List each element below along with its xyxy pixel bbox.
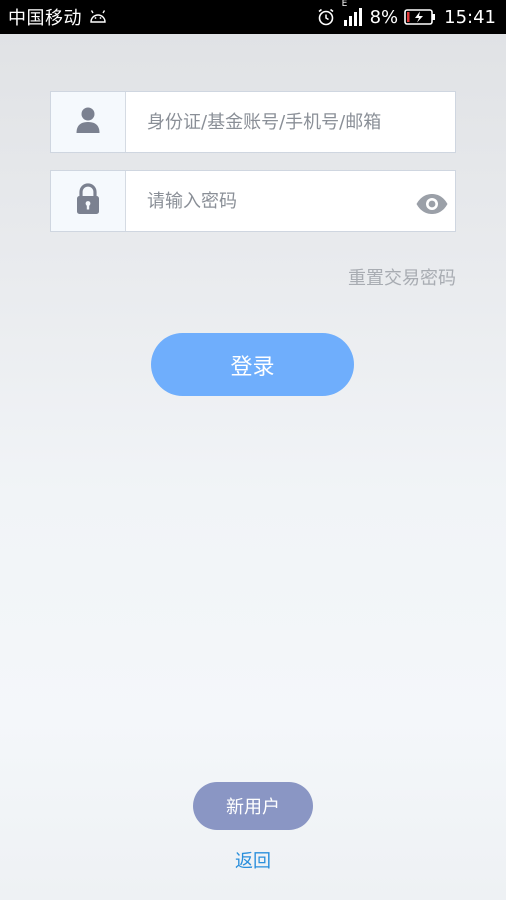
- account-icon-cell: [51, 92, 126, 152]
- alarm-icon: [316, 7, 336, 27]
- new-user-button[interactable]: 新用户: [193, 782, 313, 830]
- user-icon: [75, 106, 101, 138]
- android-icon: [88, 9, 108, 25]
- signal-icon: E: [342, 0, 364, 27]
- account-field[interactable]: [50, 91, 456, 153]
- password-field[interactable]: [50, 170, 456, 232]
- lock-icon: [75, 183, 101, 219]
- eye-icon[interactable]: [415, 193, 449, 219]
- password-input[interactable]: [147, 171, 417, 231]
- back-link[interactable]: 返回: [0, 847, 506, 873]
- battery-charging-icon: [404, 8, 436, 26]
- network-type-label: E: [341, 0, 348, 9]
- login-button[interactable]: 登录: [151, 333, 354, 396]
- status-bar: 中国移动 E 8% 15:41: [0, 0, 506, 34]
- password-icon-cell: [51, 171, 126, 231]
- clock: 15:41: [444, 6, 496, 28]
- carrier-name: 中国移动: [8, 8, 82, 29]
- account-input[interactable]: [147, 92, 417, 152]
- battery-percent: 8%: [369, 6, 399, 28]
- reset-password-link[interactable]: 重置交易密码: [348, 264, 456, 290]
